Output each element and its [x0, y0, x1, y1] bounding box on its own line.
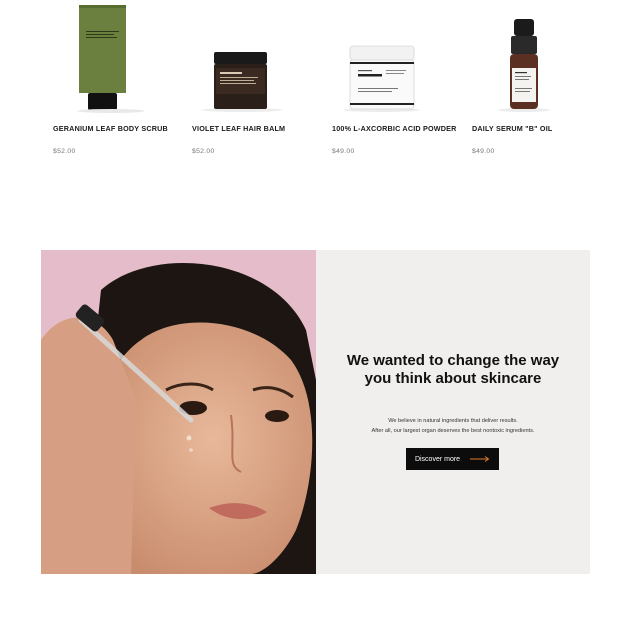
discover-more-label: Discover more [414, 455, 461, 463]
product-card[interactable]: 100% L-AXCORBIC ACID POWDER $49.00 [332, 0, 457, 165]
portrait-illustration [41, 250, 316, 574]
product-name[interactable]: GERANIUM LEAF BODY SCRUB [53, 124, 178, 133]
product-name[interactable]: 100% L-AXCORBIC ACID POWDER [332, 124, 457, 133]
green-tube-icon[interactable] [53, 0, 178, 115]
product-price: $49.00 [332, 148, 355, 155]
amber-jar-icon[interactable] [192, 0, 317, 115]
product-name[interactable]: DAILY SERUM "B" OIL [472, 124, 597, 133]
product-name[interactable]: VIOLET LEAF HAIR BALM [192, 124, 317, 133]
product-card[interactable]: GERANIUM LEAF BODY SCRUB $52.00 [53, 0, 178, 165]
product-price: $52.00 [53, 148, 76, 155]
promo-banner: We wanted to change the way you think ab… [41, 250, 590, 574]
banner-headline: We wanted to change the way you think ab… [346, 352, 560, 387]
discover-more-button[interactable]: Discover more [406, 448, 499, 470]
banner-subtext-line: We believe in natural ingredients that d… [388, 418, 518, 424]
woman-applying-serum-photo [41, 250, 316, 574]
banner-subtext: We believe in natural ingredients that d… [326, 416, 580, 436]
arrow-right-icon [470, 456, 490, 462]
white-jar-icon[interactable] [332, 0, 457, 115]
dropper-bottle-icon[interactable] [472, 0, 597, 115]
product-price: $49.00 [472, 148, 495, 155]
product-price: $52.00 [192, 148, 215, 155]
promo-text-panel: We wanted to change the way you think ab… [316, 250, 590, 574]
product-card[interactable]: VIOLET LEAF HAIR BALM $52.00 [192, 0, 317, 165]
banner-subtext-line: After all, our largest organ deserves th… [371, 428, 535, 434]
product-card[interactable]: DAILY SERUM "B" OIL $49.00 [472, 0, 597, 165]
product-grid: GERANIUM LEAF BODY SCRUB $52.00 VIOLET L… [0, 0, 630, 170]
